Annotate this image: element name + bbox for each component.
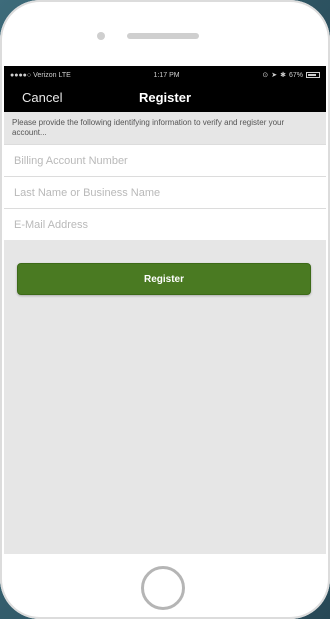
status-left: ●●●●○ Verizon LTE bbox=[10, 72, 71, 79]
app-screen: ●●●●○ Verizon LTE 1:17 PM ⊙ ➤ ✱ 67% Canc… bbox=[4, 66, 326, 554]
email-field-row bbox=[4, 208, 326, 240]
status-time: 1:17 PM bbox=[153, 71, 180, 79]
battery-percent: 67% bbox=[288, 71, 303, 79]
battery-icon bbox=[305, 72, 320, 78]
last-name-input[interactable] bbox=[12, 185, 326, 200]
carrier-label: Verizon bbox=[33, 71, 57, 79]
home-button[interactable] bbox=[141, 566, 185, 610]
phone-frame: ●●●●○ Verizon LTE 1:17 PM ⊙ ➤ ✱ 67% Canc… bbox=[0, 0, 330, 619]
speaker-grille bbox=[127, 33, 199, 39]
bluetooth-icon: ✱ bbox=[280, 72, 286, 79]
register-button[interactable]: Register bbox=[17, 263, 311, 295]
location-icon: ➤ bbox=[271, 72, 278, 79]
email-input[interactable] bbox=[12, 217, 326, 232]
last-name-field-row bbox=[4, 176, 326, 208]
alarm-icon: ⊙ bbox=[262, 72, 269, 79]
signal-icon: ●●●●○ bbox=[10, 71, 32, 79]
status-bar: ●●●●○ Verizon LTE 1:17 PM ⊙ ➤ ✱ 67% bbox=[4, 66, 326, 84]
page-title: Register bbox=[138, 90, 192, 105]
intro-text: Please provide the following identifying… bbox=[4, 112, 326, 144]
nav-bar: Cancel Register bbox=[4, 84, 326, 112]
network-label: LTE bbox=[58, 71, 71, 79]
camera-dot bbox=[97, 32, 105, 40]
status-right: ⊙ ➤ ✱ 67% bbox=[262, 71, 320, 79]
billing-account-field-row bbox=[4, 144, 326, 176]
billing-account-input[interactable] bbox=[12, 153, 326, 168]
